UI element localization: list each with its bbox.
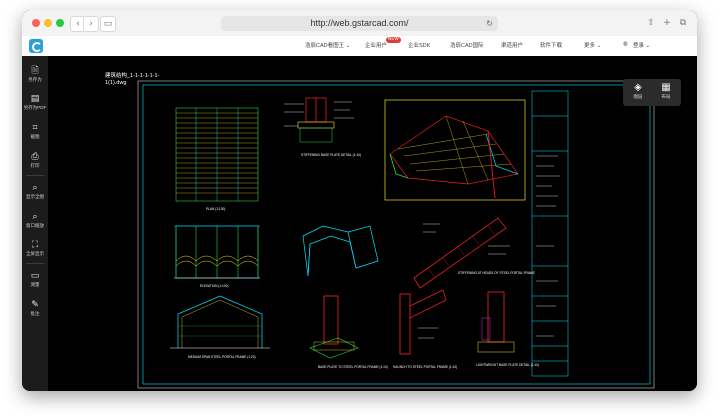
layouts-button[interactable]: ▦ 布局 bbox=[653, 81, 679, 104]
fullscreen-icon: ⛶ bbox=[31, 240, 39, 250]
screenshot-button[interactable]: ⌗ 截图 bbox=[22, 123, 48, 140]
drawing-canvas[interactable]: PLAN (1:100) ELEVATION (1:100) STIFFENIN… bbox=[48, 56, 697, 391]
stiffening-label: STIFFENING AT HEADS OF STEEL PORTAL FRAM… bbox=[458, 271, 535, 275]
menu-item-viewer[interactable]: 浩辰CAD看图王 ⌄ bbox=[305, 41, 350, 49]
pdf-icon: ▤ bbox=[30, 94, 40, 104]
menu-item-more[interactable]: 更多 ⌄ bbox=[584, 41, 601, 49]
medium-span-label: MEDIUM SPAN STEEL PORTAL FRAME (1:20) bbox=[188, 355, 256, 359]
base-plate-detail: STIFFENING BASE PLATE DETAIL (1:10) bbox=[284, 97, 361, 157]
plan-view: PLAN (1:100) bbox=[175, 107, 259, 211]
globe-icon[interactable]: ◍ bbox=[623, 41, 628, 47]
zoom-window-button[interactable]: ⌕ 窗口缩放 bbox=[22, 212, 48, 229]
layers-icon: ◈ bbox=[634, 82, 642, 93]
haunch-detail: HAUNCH TO STEEL PORTAL FRAME (1:10) bbox=[393, 289, 457, 369]
haunch-label: HAUNCH TO STEEL PORTAL FRAME (1:10) bbox=[393, 365, 457, 369]
gstarcad-logo[interactable] bbox=[29, 39, 43, 53]
sidebar-toggle-icon[interactable]: ▭ bbox=[100, 16, 116, 32]
print-button[interactable]: ⎙ 打印 bbox=[22, 152, 48, 169]
measure-button[interactable]: ▭ 测量 bbox=[22, 271, 48, 288]
lightweight-base-label: LIGHTWEIGHT BASE PLATE DETAIL (1:10) bbox=[476, 363, 539, 367]
save-as-icon: 🗎 bbox=[31, 66, 39, 76]
left-toolbar: 🗎 另存为 ▤ 另存为PDF ⌗ 截图 ⎙ 打印 ⌕ 显示全图 ⌕ 窗口缩放 ⛶… bbox=[22, 56, 48, 391]
zoom-extents-button[interactable]: ⌕ 显示全图 bbox=[22, 183, 48, 200]
tabs-overview-icon[interactable]: ⧉ bbox=[677, 17, 689, 29]
menu-item-download[interactable]: 软件下载 bbox=[540, 41, 562, 49]
base-plate-label: STIFFENING BASE PLATE DETAIL (1:10) bbox=[301, 153, 361, 157]
close-window-button[interactable] bbox=[32, 19, 40, 27]
plan-label: PLAN (1:100) bbox=[206, 207, 225, 211]
lightweight-base-plate: LIGHTWEIGHT BASE PLATE DETAIL (1:10) bbox=[476, 291, 539, 367]
portal-frame-iso bbox=[302, 225, 379, 277]
reload-icon[interactable]: ↻ bbox=[486, 16, 493, 31]
layouts-icon: ▦ bbox=[661, 82, 671, 93]
new-badge: NEW bbox=[386, 37, 401, 43]
title-block-text bbox=[536, 155, 560, 337]
base-to-frame-detail: BASE PLATE TO STEEL PORTAL FRAME (1:10) bbox=[309, 295, 388, 369]
minimize-window-button[interactable] bbox=[44, 19, 52, 27]
elevation-view: ELEVATION (1:100) bbox=[174, 225, 260, 288]
browser-titlebar: ‹ › ▭ http://web.gstarcad.com/ ↻ ⇧ + ⧉ bbox=[22, 10, 697, 37]
toolbar-divider bbox=[26, 263, 44, 264]
zoom-window-icon: ⌕ bbox=[32, 212, 38, 222]
layers-button[interactable]: ◈ 图层 bbox=[625, 81, 651, 104]
address-bar[interactable]: http://web.gstarcad.com/ ↻ bbox=[221, 16, 498, 31]
medium-span-frame: MEDIUM SPAN STEEL PORTAL FRAME (1:20) bbox=[170, 295, 270, 359]
screenshot-icon: ⌗ bbox=[32, 123, 38, 133]
sheet-border-inner bbox=[142, 84, 651, 385]
elevation-label: ELEVATION (1:100) bbox=[200, 284, 228, 288]
save-pdf-button[interactable]: ▤ 另存为PDF bbox=[22, 94, 48, 111]
menu-item-sdk[interactable]: 企业SDK bbox=[408, 41, 430, 49]
drawing-file-title: 建筑结构_1-1-1-1-1-1- 1(1).dwg bbox=[105, 73, 160, 86]
menu-item-international[interactable]: 浩辰CAD国际 bbox=[450, 41, 484, 49]
annotation-icon: ✎ bbox=[31, 300, 39, 310]
zoom-extents-icon: ⌕ bbox=[32, 183, 38, 193]
forward-button[interactable]: › bbox=[83, 16, 99, 32]
cad-drawing: PLAN (1:100) ELEVATION (1:100) STIFFENIN… bbox=[137, 80, 655, 389]
menu-item-channel[interactable]: 渠道用户 bbox=[501, 41, 523, 49]
base-to-frame-label: BASE PLATE TO STEEL PORTAL FRAME (1:10) bbox=[318, 365, 388, 369]
red-stiffening-beam: STIFFENING AT HEADS OF STEEL PORTAL FRAM… bbox=[413, 217, 535, 289]
save-as-button[interactable]: 🗎 另存为 bbox=[22, 66, 48, 83]
maximize-window-button[interactable] bbox=[56, 19, 64, 27]
url-text: http://web.gstarcad.com/ bbox=[310, 18, 409, 28]
menu-item-enterprise[interactable]: 企业用户 bbox=[365, 41, 387, 49]
print-icon: ⎙ bbox=[31, 152, 39, 162]
annotation-button[interactable]: ✎ 批注 bbox=[22, 300, 48, 317]
fullscreen-button[interactable]: ⛶ 全屏显示 bbox=[22, 240, 48, 257]
title-block bbox=[531, 90, 569, 377]
new-tab-icon[interactable]: + bbox=[661, 17, 673, 29]
menu-item-login[interactable]: 登录 ⌄ bbox=[633, 41, 650, 49]
browser-window: ‹ › ▭ http://web.gstarcad.com/ ↻ ⇧ + ⧉ 浩… bbox=[22, 10, 697, 391]
view-panel: ◈ 图层 ▦ 布局 bbox=[623, 79, 681, 106]
measure-icon: ▭ bbox=[30, 271, 40, 281]
toolbar-divider bbox=[26, 175, 44, 176]
share-icon[interactable]: ⇧ bbox=[645, 17, 657, 29]
sheet-border-outer bbox=[137, 80, 655, 389]
app-header: 浩辰CAD看图王 ⌄ 企业用户 NEW 企业SDK 浩辰CAD国际 渠道用户 软… bbox=[22, 36, 697, 57]
perspective-frame bbox=[384, 99, 526, 201]
